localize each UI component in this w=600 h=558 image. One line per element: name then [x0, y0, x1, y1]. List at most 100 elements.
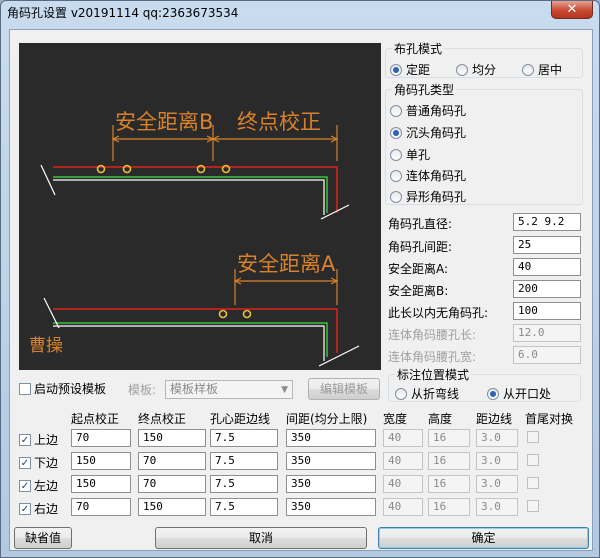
header-spacing-limit: 间距(均分上限) — [286, 412, 368, 426]
mark-mode-group: 标注位置模式 从折弯线 从开口处 — [388, 366, 581, 402]
slot-width-input[interactable]: 6.0 — [513, 346, 581, 364]
bottom-edge-input[interactable]: 7.5 — [210, 452, 278, 470]
radio-single-hole[interactable]: 单孔 — [390, 146, 430, 163]
bottom-swap-checkbox[interactable] — [527, 454, 542, 466]
top-edge2-input[interactable]: 3.0 — [476, 429, 518, 447]
bottom-profile-red-line — [53, 308, 338, 353]
radio-from-opening[interactable]: 从开口处 — [487, 385, 551, 402]
side-checkbox-left[interactable]: ✓ 左边 — [19, 477, 58, 494]
side-checkbox-bottom[interactable]: ✓ 下边 — [19, 454, 58, 471]
top-edge-input[interactable]: 7.5 — [210, 429, 278, 447]
edit-template-button[interactable]: 编辑模板 — [308, 378, 380, 400]
mark-mode-title: 标注位置模式 — [395, 366, 472, 383]
label-safe-distance-b: 安全距离B — [115, 110, 213, 134]
hole-type-title: 角码孔类型 — [392, 81, 457, 98]
slot-width-label: 连体角码腰孔宽: — [388, 350, 477, 364]
left-edge2-input[interactable]: 3.0 — [476, 475, 518, 493]
template-label: 模板: — [128, 383, 157, 397]
top-break-mark-right — [320, 204, 350, 220]
side-checkbox-top[interactable]: ✓ 上边 — [19, 431, 58, 448]
slot-length-label: 连体角码腰孔长: — [388, 328, 477, 342]
label-safe-distance-a: 安全距离A — [237, 252, 336, 276]
header-end-correction: 终点校正 — [138, 412, 187, 426]
safe-b-input[interactable]: 200 — [513, 280, 581, 298]
top-start-input[interactable]: 70 — [71, 429, 131, 447]
bottom-break-mark-left — [43, 297, 60, 329]
diameter-input[interactable]: 5.2 9.2 — [513, 213, 581, 231]
corner-label: 曹操 — [29, 336, 63, 356]
top-swap-checkbox[interactable] — [527, 431, 542, 443]
radio-normal-hole[interactable]: 普通角码孔 — [390, 102, 466, 119]
radio-special-hole[interactable]: 异形角码孔 — [390, 188, 466, 205]
layout-mode-group: 布孔模式 定距 均分 居中 — [385, 40, 583, 78]
enable-template-checkbox[interactable]: 启动预设模板 — [19, 380, 106, 397]
right-height-input[interactable]: 16 — [428, 498, 470, 516]
top-spacing-input[interactable]: 350 — [286, 429, 376, 447]
bottom-profile-white-line — [53, 325, 325, 361]
checkbox-indicator — [527, 477, 539, 489]
left-start-input[interactable]: 150 — [71, 475, 131, 493]
hole-type-group: 角码孔类型 普通角码孔 沉头角码孔 单孔 连体角码孔 异形角码孔 — [385, 81, 583, 205]
right-start-input[interactable]: 70 — [71, 498, 131, 516]
top-profile-green-line — [53, 176, 328, 213]
dialog-client-area: 安全距离B 终点校正 安全距离A 曹操 布孔模式 定距 均分 居中 角码孔类型 … — [9, 29, 593, 551]
radio-countersunk-hole[interactable]: 沉头角码孔 — [390, 124, 466, 141]
bottom-profile-green-line — [53, 322, 328, 357]
right-edge-input[interactable]: 7.5 — [210, 498, 278, 516]
left-swap-checkbox[interactable] — [527, 477, 542, 489]
top-profile-white-line — [53, 179, 325, 215]
header-swap-ends: 首尾对换 — [525, 412, 574, 426]
right-end-input[interactable]: 150 — [138, 498, 206, 516]
top-height-input[interactable]: 16 — [428, 429, 470, 447]
top-break-mark-left — [40, 164, 56, 196]
left-height-input[interactable]: 16 — [428, 475, 470, 493]
spacing-input[interactable]: 25 — [513, 236, 581, 254]
checkbox-indicator — [19, 382, 31, 395]
ok-button[interactable]: 确定 — [378, 527, 589, 549]
radio-from-bend-line[interactable]: 从折弯线 — [395, 385, 459, 402]
spacing-label: 角码孔间距: — [388, 240, 453, 254]
bottom-start-input[interactable]: 150 — [71, 452, 131, 470]
layout-mode-title: 布孔模式 — [392, 40, 445, 57]
top-end-input[interactable]: 150 — [138, 429, 206, 447]
preview-drawing: 安全距离B 终点校正 安全距离A 曹操 — [29, 110, 360, 367]
no-hole-length-input[interactable]: 100 — [513, 302, 581, 320]
checkbox-indicator: ✓ — [19, 456, 31, 469]
radio-indicator — [456, 63, 468, 76]
radio-fixed-distance[interactable]: 定距 — [390, 61, 430, 78]
right-edge2-input[interactable]: 3.0 — [476, 498, 518, 516]
radio-joined-hole[interactable]: 连体角码孔 — [390, 167, 466, 184]
close-button[interactable]: ✕ — [551, 1, 593, 19]
left-spacing-input[interactable]: 350 — [286, 475, 376, 493]
top-width-input[interactable]: 40 — [383, 429, 423, 447]
template-select[interactable]: 模板样板 ▼ — [165, 380, 293, 399]
left-end-input[interactable]: 70 — [138, 475, 206, 493]
bottom-break-mark-right — [318, 345, 360, 367]
chevron-down-icon: ▼ — [281, 385, 288, 395]
radio-indicator — [390, 190, 402, 203]
side-checkbox-right[interactable]: ✓ 右边 — [19, 500, 58, 517]
bottom-width-input[interactable]: 40 — [383, 452, 423, 470]
safe-a-input[interactable]: 40 — [513, 258, 581, 276]
radio-indicator — [390, 104, 402, 117]
right-swap-checkbox[interactable] — [527, 500, 542, 512]
safe-a-label: 安全距离A: — [388, 262, 449, 276]
bottom-spacing-input[interactable]: 350 — [286, 452, 376, 470]
radio-equal-split[interactable]: 均分 — [456, 61, 496, 78]
bottom-end-input[interactable]: 70 — [138, 452, 206, 470]
slot-length-input[interactable]: 12.0 — [513, 324, 581, 342]
right-spacing-input[interactable]: 350 — [286, 498, 376, 516]
defaults-button[interactable]: 缺省值 — [14, 527, 72, 549]
title-bar[interactable]: 角码孔设置 v20191114 qq:2363673534 ✕ — [1, 1, 599, 23]
left-width-input[interactable]: 40 — [383, 475, 423, 493]
radio-centered[interactable]: 居中 — [522, 61, 562, 78]
hole-marker — [218, 309, 228, 319]
bottom-edge2-input[interactable]: 3.0 — [476, 452, 518, 470]
bottom-height-input[interactable]: 16 — [428, 452, 470, 470]
right-width-input[interactable]: 40 — [383, 498, 423, 516]
radio-indicator — [390, 169, 402, 182]
cancel-button[interactable]: 取消 — [155, 527, 367, 549]
header-start-correction: 起点校正 — [71, 412, 120, 426]
left-edge-input[interactable]: 7.5 — [210, 475, 278, 493]
checkbox-indicator: ✓ — [19, 433, 31, 446]
